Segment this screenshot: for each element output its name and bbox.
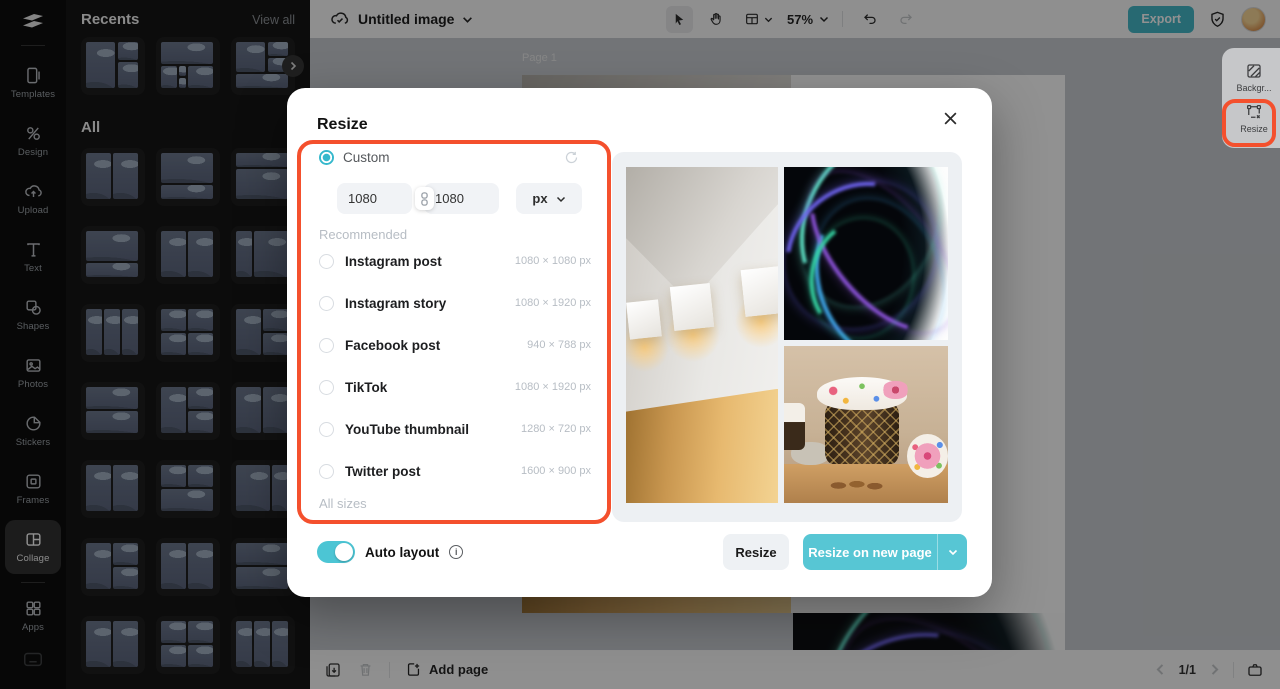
unit-value: px — [532, 191, 548, 206]
preset-row[interactable]: Facebook post 940 × 788 px — [319, 324, 591, 366]
background-tool-label: Backgr... — [1236, 83, 1272, 93]
resize-tool-label: Resize — [1240, 124, 1268, 134]
close-button[interactable] — [940, 108, 960, 128]
all-sizes-link[interactable]: All sizes — [319, 496, 367, 511]
right-tools-panel: Backgr... Resize — [1222, 48, 1280, 148]
close-icon — [944, 112, 956, 124]
preset-size: 1080 × 1920 px — [514, 297, 591, 309]
chevron-down-icon — [948, 549, 957, 556]
radio-unselected-icon[interactable] — [319, 421, 334, 437]
background-tool[interactable]: Backgr... — [1236, 62, 1272, 93]
preset-row[interactable]: Instagram story 1080 × 1920 px — [319, 282, 591, 324]
preset-label: Facebook post — [345, 337, 441, 353]
unit-select[interactable]: px — [516, 183, 582, 214]
chevron-down-icon — [556, 196, 565, 202]
preset-size: 1280 × 720 px — [520, 423, 591, 435]
radio-unselected-icon[interactable] — [319, 379, 334, 395]
resize-on-new-page-button[interactable]: Resize on new page — [803, 534, 967, 570]
info-icon[interactable]: i — [449, 545, 464, 559]
preset-row[interactable]: Instagram post 1080 × 1080 px — [319, 240, 591, 282]
auto-layout-toggle[interactable] — [317, 541, 355, 563]
radio-unselected-icon[interactable] — [319, 253, 334, 269]
split-button-chevron[interactable] — [937, 534, 967, 570]
preset-label: Instagram post — [345, 253, 442, 269]
aspect-link-icon[interactable] — [415, 187, 434, 210]
preset-list: Instagram post 1080 × 1080 px Instagram … — [319, 240, 591, 492]
app-window: Templates Design Upload Text Shapes Phot… — [0, 0, 1280, 689]
preview-image-interior — [626, 167, 778, 503]
height-input[interactable] — [424, 183, 499, 214]
auto-layout-label: Auto layout — [365, 544, 440, 560]
preset-label: Instagram story — [345, 295, 447, 311]
custom-size-option[interactable]: Custom — [319, 150, 579, 165]
preset-size: 1080 × 1080 px — [514, 255, 591, 267]
preset-size: 1080 × 1920 px — [514, 381, 591, 393]
resize-icon — [1246, 104, 1261, 119]
radio-unselected-icon[interactable] — [319, 337, 334, 353]
preset-size: 940 × 788 px — [527, 339, 591, 351]
width-input[interactable] — [337, 183, 412, 214]
modal-footer: Auto layout i Resize Resize on new page — [287, 534, 992, 570]
resize-button[interactable]: Resize — [723, 534, 789, 570]
preset-row[interactable]: TikTok 1080 × 1920 px — [319, 366, 591, 408]
custom-label: Custom — [343, 150, 390, 165]
resize-modal: Resize Custom px Recommended — [287, 88, 992, 597]
radio-unselected-icon[interactable] — [319, 295, 334, 311]
preset-size: 1600 × 900 px — [520, 465, 591, 477]
preset-label: Twitter post — [345, 463, 421, 479]
preset-row[interactable]: Twitter post 1600 × 900 px — [319, 450, 591, 492]
preview-image-cake — [784, 346, 948, 503]
background-icon — [1247, 64, 1261, 78]
resize-on-new-page-label: Resize on new page — [808, 544, 932, 560]
preview-image-abstract — [784, 167, 948, 340]
resize-tool[interactable]: Resize — [1240, 103, 1268, 134]
resize-preview — [612, 152, 962, 522]
preset-row[interactable]: YouTube thumbnail 1280 × 720 px — [319, 408, 591, 450]
reset-icon[interactable] — [564, 150, 579, 165]
preset-label: TikTok — [345, 379, 388, 395]
radio-selected-icon[interactable] — [319, 150, 334, 165]
size-inputs: px — [337, 183, 582, 214]
radio-unselected-icon[interactable] — [319, 463, 334, 479]
modal-title: Resize — [317, 116, 368, 133]
preset-label: YouTube thumbnail — [345, 421, 469, 437]
